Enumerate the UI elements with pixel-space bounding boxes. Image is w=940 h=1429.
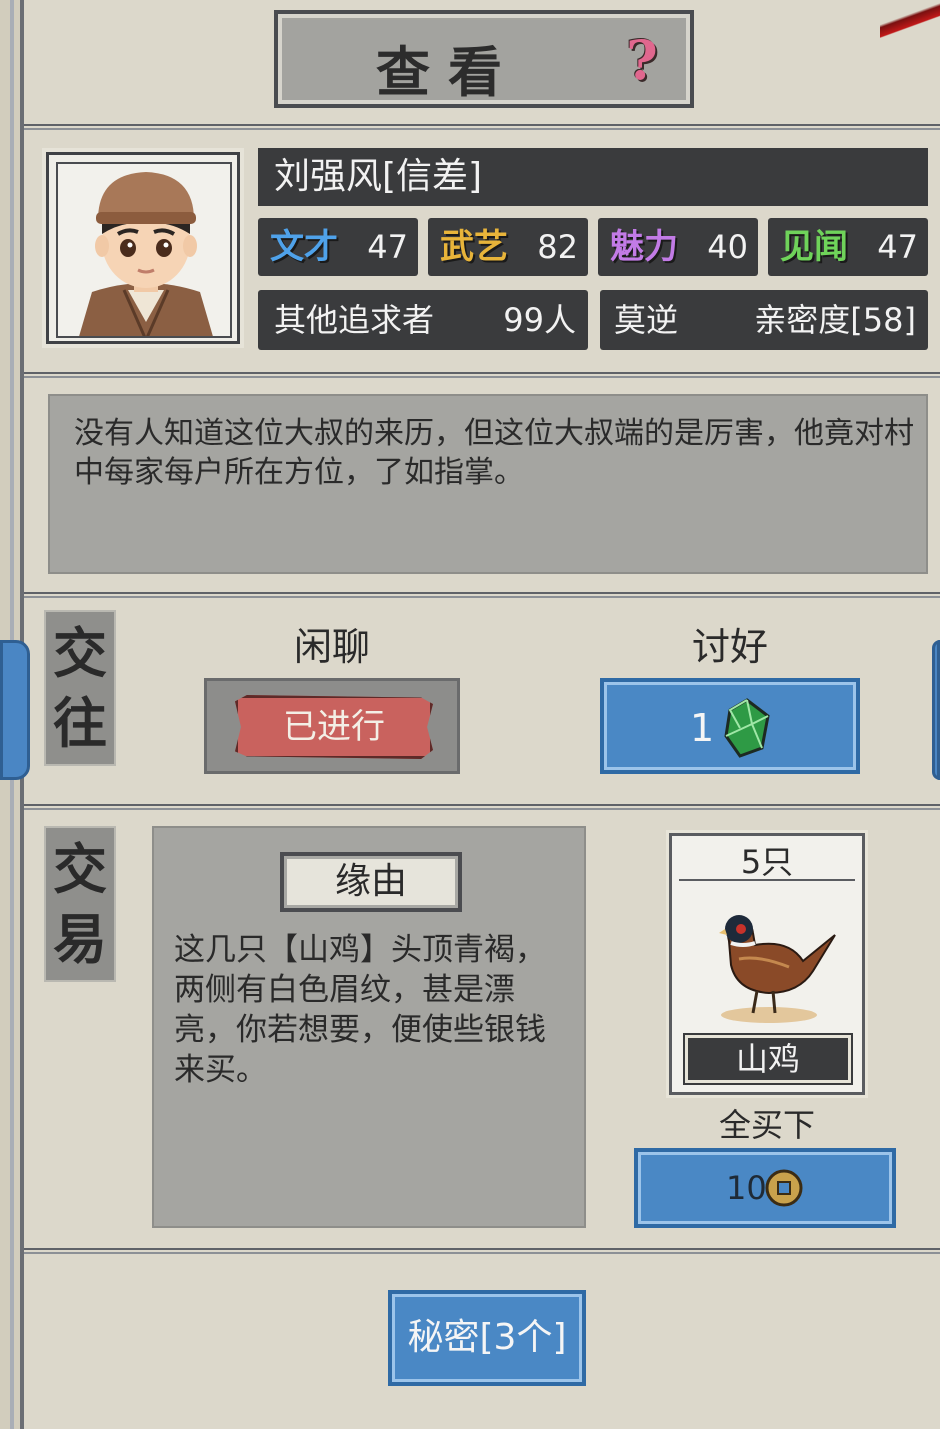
secrets-label: 秘密[3个] bbox=[407, 1317, 567, 1358]
divider bbox=[24, 1248, 940, 1254]
chat-done-badge: 已进行 bbox=[235, 695, 433, 759]
flatter-button[interactable]: 1 bbox=[600, 678, 860, 774]
stat-value: 40 bbox=[707, 228, 748, 266]
character-avatar-icon bbox=[79, 172, 213, 336]
intimacy-value: 亲密度[58] bbox=[754, 301, 916, 339]
stat-jianwen: 见闻 47 bbox=[768, 218, 928, 276]
character-name: 刘强风[信差] bbox=[258, 148, 928, 206]
help-icon[interactable]: ? bbox=[618, 30, 666, 90]
character-portrait bbox=[42, 148, 244, 348]
item-count: 5只 bbox=[679, 843, 855, 881]
suitors-count: 99人 bbox=[503, 301, 576, 339]
item-name: 山鸡 bbox=[685, 1035, 851, 1083]
page-title: 查看 bbox=[376, 40, 520, 104]
jade-gem-icon bbox=[724, 698, 770, 758]
flatter-cost: 1 bbox=[690, 706, 715, 750]
divider bbox=[24, 804, 940, 810]
tag-char: 往 bbox=[53, 691, 107, 755]
buy-all-button[interactable]: 10 bbox=[634, 1148, 896, 1228]
divider bbox=[24, 592, 940, 598]
trade-reason-box: 缘由 这几只【山鸡】头顶青褐，两侧有白色眉纹，甚是漂亮，你若想要，便使些银钱来买… bbox=[152, 826, 586, 1228]
flatter-label: 讨好 bbox=[691, 625, 768, 669]
tag-char: 交 bbox=[53, 621, 107, 685]
pheasant-icon bbox=[719, 915, 836, 1023]
side-tab-right[interactable] bbox=[932, 640, 940, 780]
stat-wuyi: 武艺 82 bbox=[428, 218, 588, 276]
stat-label: 文才 bbox=[270, 227, 338, 267]
avatar bbox=[56, 162, 232, 338]
stat-value: 82 bbox=[537, 228, 578, 266]
chat-button[interactable]: 已进行 bbox=[204, 678, 460, 774]
stat-label: 武艺 bbox=[440, 227, 508, 267]
stat-meili: 魅力 40 bbox=[598, 218, 758, 276]
section-tag-trade: 交 易 bbox=[44, 826, 116, 982]
description-box: 没有人知道这位大叔的来历，但这位大叔端的是厉害，他竟对村中每家每户所在方位，了如… bbox=[48, 394, 928, 574]
divider bbox=[24, 124, 940, 130]
secrets-button[interactable]: 秘密[3个] bbox=[388, 1290, 586, 1386]
price-value: 10 bbox=[726, 1169, 767, 1207]
tag-char: 交 bbox=[53, 837, 107, 901]
relation-label: 莫逆 bbox=[614, 301, 679, 339]
character-description: 没有人知道这位大叔的来历，但这位大叔端的是厉害，他竟对村中每家每户所在方位，了如… bbox=[74, 416, 914, 490]
section-tag-interaction: 交 往 bbox=[44, 610, 116, 766]
brush-stroke-decoration bbox=[880, 0, 940, 40]
divider bbox=[24, 372, 940, 378]
copper-coin-icon bbox=[765, 1169, 803, 1207]
tag-char: 易 bbox=[53, 907, 107, 971]
item-card[interactable]: 5只 山鸡 bbox=[666, 830, 868, 1098]
stat-label: 魅力 bbox=[610, 227, 678, 267]
stat-label: 见闻 bbox=[780, 227, 848, 267]
stat-wencai: 文才 47 bbox=[258, 218, 418, 276]
relation-info: 莫逆 亲密度[58] bbox=[600, 290, 928, 350]
buy-all-label: 全买下 bbox=[718, 1106, 815, 1144]
reason-title: 缘由 bbox=[280, 852, 462, 912]
suitors-label: 其他追求者 bbox=[274, 301, 435, 339]
reason-text: 这几只【山鸡】头顶青褐，两侧有白色眉纹，甚是漂亮，你若想要，便使些银钱来买。 bbox=[174, 932, 546, 1088]
title-bar: 查看 ? bbox=[274, 10, 694, 108]
side-tab-left[interactable] bbox=[0, 640, 30, 780]
stat-value: 47 bbox=[367, 228, 408, 266]
chat-label: 闲聊 bbox=[293, 625, 370, 669]
suitors-info: 其他追求者 99人 bbox=[258, 290, 588, 350]
stat-value: 47 bbox=[877, 228, 918, 266]
